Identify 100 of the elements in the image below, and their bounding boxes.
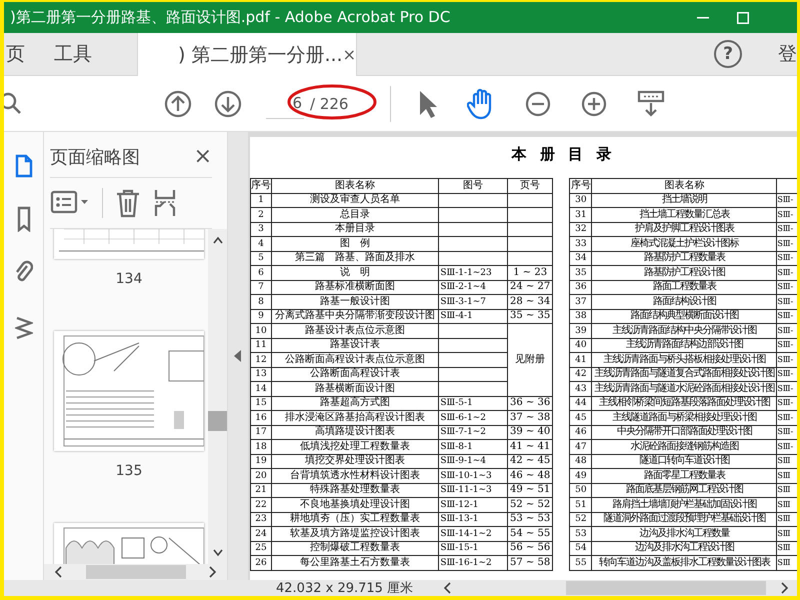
table-cell: 路肩挡土墙墙顶护栏基础加固设计图 bbox=[592, 498, 777, 512]
table-cell: SⅢ- bbox=[776, 193, 797, 208]
table-cell: 53 ~ 53 bbox=[507, 512, 553, 526]
table-cell: 3 bbox=[250, 222, 272, 236]
trash-icon[interactable] bbox=[115, 188, 141, 218]
zoom-out-icon[interactable] bbox=[525, 90, 552, 116]
table-cell: 41 bbox=[570, 352, 592, 367]
table-cell: SⅢ bbox=[776, 541, 797, 556]
table-cell: 39 bbox=[570, 324, 592, 338]
scroll-right-icon[interactable] bbox=[778, 582, 789, 594]
table-cell: 总目录 bbox=[272, 208, 439, 222]
help-button[interactable]: ? bbox=[714, 40, 742, 68]
zoom-in-icon[interactable] bbox=[581, 90, 608, 116]
table-cell: 1 bbox=[250, 193, 272, 208]
window-title: )第二册第一分册路基、路面设计图.pdf - Adobe Acrobat Pro DC bbox=[10, 8, 452, 27]
scroll-left-icon[interactable] bbox=[54, 566, 64, 578]
table-cell: 边沟及排水沟工程设计图 bbox=[592, 541, 777, 556]
table-cell: 6 bbox=[250, 266, 272, 280]
page-thumbnails-icon[interactable] bbox=[14, 154, 34, 178]
table-cell: 20 bbox=[250, 468, 272, 483]
table-cell: 35 ~ 35 bbox=[507, 309, 553, 324]
tab[interactable]: 页 bbox=[4, 33, 39, 75]
scroll-right-icon[interactable] bbox=[207, 566, 217, 578]
layers-icon[interactable] bbox=[14, 314, 32, 340]
table-cell: 座椅式混凝土护栏设计图标 bbox=[592, 236, 777, 251]
table-cell: 44 bbox=[570, 396, 592, 410]
table-cell: 转向车道边沟及盖板排水工程数量设计图表 bbox=[592, 556, 777, 570]
column-header: 序号 bbox=[570, 178, 592, 193]
table-cell: 软基及填方路堤监控设计图表 bbox=[272, 526, 439, 541]
previous-page-icon[interactable] bbox=[164, 90, 192, 118]
tab[interactable]: ) 第二册第一分册...× bbox=[137, 33, 357, 76]
table-cell: 护肩及护脚工程设计图表 bbox=[592, 222, 777, 236]
table-cell: 主线沥青路面与隧道复合式路面相接处设计图 bbox=[592, 367, 777, 382]
table-cell: SⅢ-8-1 bbox=[438, 440, 508, 454]
table-cell: 52 bbox=[570, 512, 592, 526]
table-cell: 路面结构设计图 bbox=[592, 294, 777, 309]
table-cell: 说 明 bbox=[272, 266, 439, 280]
minimize-icon[interactable] bbox=[697, 16, 709, 18]
table-cell: 耕地填夯（压）实工程数量表 bbox=[272, 512, 439, 526]
next-page-icon[interactable] bbox=[214, 90, 242, 118]
collapse-panel-icon[interactable] bbox=[234, 350, 242, 362]
table-cell: 35 bbox=[570, 266, 592, 280]
marquee-zoom-icon[interactable] bbox=[637, 90, 666, 118]
table-cell: 1 ~ 23 bbox=[507, 266, 553, 280]
table-cell: 15 bbox=[250, 396, 272, 410]
bookmark-icon[interactable] bbox=[16, 206, 32, 232]
table-cell: SⅢ- bbox=[776, 367, 797, 382]
table-cell: 52 ~ 52 bbox=[507, 498, 553, 512]
table-cell: 第三篇 路基、路面及排水 bbox=[272, 251, 439, 266]
table-cell: 28 ~ 34 bbox=[507, 294, 553, 309]
table-cell: 17 bbox=[250, 425, 272, 440]
tab[interactable]: 工具 bbox=[39, 33, 107, 75]
table-cell: 43 bbox=[570, 382, 592, 396]
table-cell: 37 ~ 38 bbox=[507, 410, 553, 425]
table-cell: SⅢ bbox=[776, 512, 797, 526]
close-tab-button[interactable]: × bbox=[342, 45, 356, 64]
sign-in-link[interactable]: 登 bbox=[778, 41, 797, 67]
close-panel-button[interactable]: × bbox=[194, 144, 212, 169]
thumbnail-options-icon[interactable] bbox=[50, 190, 90, 216]
table-cell bbox=[438, 193, 508, 208]
table-cell: 边沟及排水沟工程数量 bbox=[592, 526, 777, 541]
table-cell: 挡土墙工程数量汇总表 bbox=[592, 208, 777, 222]
table-cell: 48 bbox=[570, 454, 592, 468]
table-cell: 36 bbox=[570, 280, 592, 294]
table-cell: 53 bbox=[570, 526, 592, 541]
table-cell: 路面零星工程数量表 bbox=[592, 468, 777, 483]
table-cell bbox=[507, 193, 553, 208]
table-cell: SⅢ-2-1~4 bbox=[438, 280, 508, 294]
table-cell: 排水浸淹区路基抬高程设计图表 bbox=[272, 410, 439, 425]
page-number: 135 bbox=[116, 463, 142, 479]
table-cell: SⅢ- bbox=[776, 396, 797, 410]
column-header: 图表名称 bbox=[592, 178, 777, 193]
table-cell: 30 bbox=[570, 193, 592, 208]
column-header: 序号 bbox=[250, 178, 272, 193]
scrollbar-thumb[interactable] bbox=[208, 411, 227, 431]
table-cell: SⅢ- bbox=[776, 222, 797, 236]
table-cell: 路基标准横断面图 bbox=[272, 280, 439, 294]
table-cell: SⅢ-4-1 bbox=[438, 309, 508, 324]
scrollbar-thumb[interactable] bbox=[566, 581, 766, 595]
table-cell: SⅢ-10-1~3 bbox=[438, 468, 508, 483]
table-cell: 5 bbox=[250, 251, 272, 266]
column-header: 图表名称 bbox=[272, 178, 439, 193]
table-cell bbox=[438, 251, 508, 266]
scroll-left-icon[interactable] bbox=[443, 582, 454, 594]
table-cell: 54 bbox=[570, 541, 592, 556]
table-cell: SⅢ-11-1~3 bbox=[438, 483, 508, 498]
table-cell: 路基超高方式图 bbox=[272, 396, 439, 410]
table-cell: 路基设计表点位示意图 bbox=[272, 324, 439, 338]
pointer-icon[interactable] bbox=[417, 88, 438, 118]
page-number: 134 bbox=[116, 271, 142, 287]
panel-title: 页面缩略图 bbox=[50, 146, 140, 168]
table-cell: SⅢ-9-1~4 bbox=[438, 454, 508, 468]
scrollbar-thumb[interactable] bbox=[86, 565, 186, 579]
table-cell: 10 bbox=[250, 324, 272, 338]
table-cell: 36 ~ 36 bbox=[507, 396, 553, 410]
table-cell: 40 bbox=[570, 338, 592, 352]
table-cell: 本册目录 bbox=[272, 222, 439, 236]
maximize-icon[interactable] bbox=[737, 12, 749, 24]
table-cell: SⅢ- bbox=[776, 338, 797, 352]
crop-pages-icon[interactable] bbox=[153, 188, 177, 218]
